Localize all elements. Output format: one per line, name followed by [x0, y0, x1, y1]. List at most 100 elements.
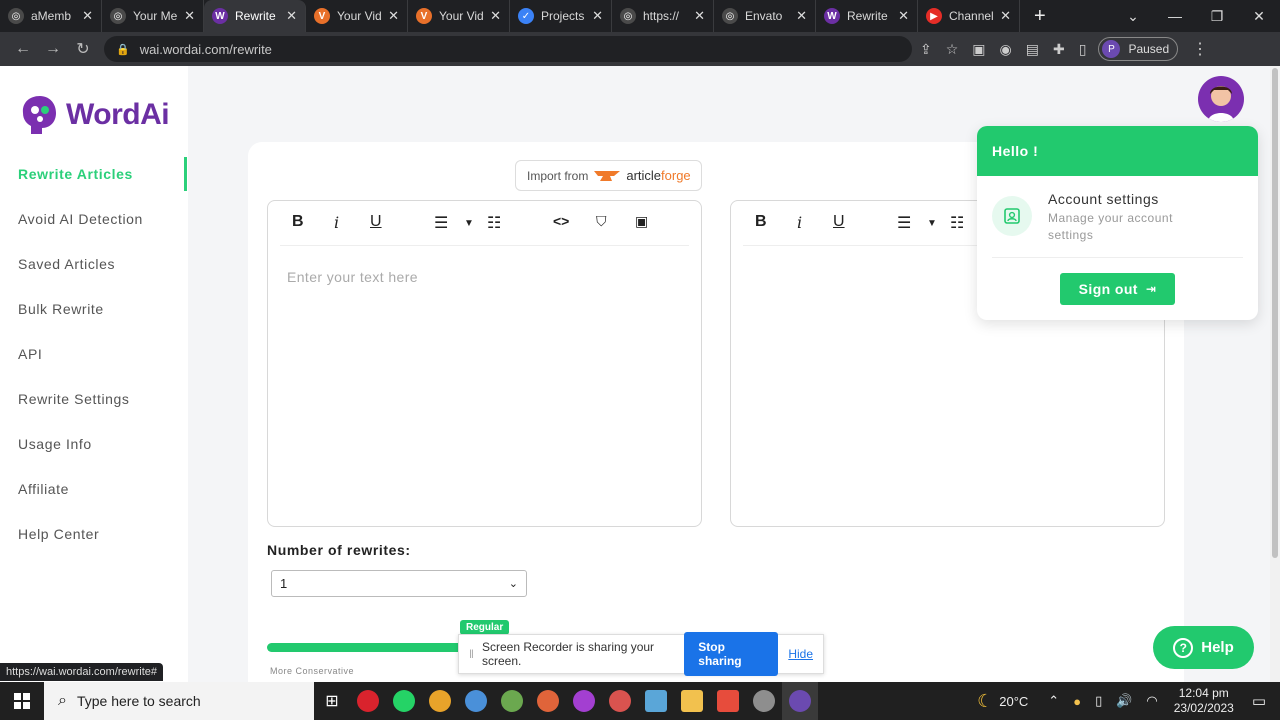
maximize-button[interactable]: ❐	[1196, 8, 1238, 25]
chrome-icon[interactable]	[422, 682, 458, 720]
messenger-icon[interactable]	[566, 682, 602, 720]
forward-icon[interactable]: →	[38, 40, 68, 58]
sidebar-item-affiliate[interactable]: Affiliate	[18, 481, 69, 497]
italic-icon[interactable]: i	[797, 213, 802, 232]
volume-icon[interactable]: 🔊	[1116, 693, 1132, 709]
chrome-icon[interactable]	[602, 682, 638, 720]
scrollbar-thumb[interactable]	[1272, 68, 1278, 558]
shield-icon[interactable]: ⛉	[596, 213, 607, 230]
import-articleforge-button[interactable]: Import from articleforge	[515, 160, 702, 191]
bullet-list-icon[interactable]: ☰	[897, 213, 911, 233]
browser-tab[interactable]: ◎ Envato ✕	[714, 0, 816, 32]
sidebar-item-help-center[interactable]: Help Center	[18, 526, 99, 542]
sidebar-item-usage-info[interactable]: Usage Info	[18, 436, 92, 452]
chrome-profile-icon[interactable]	[782, 682, 818, 720]
wordai-logo[interactable]: WordAi	[18, 94, 170, 136]
chevron-down-icon[interactable]: ▼	[464, 218, 474, 229]
chrome-icon[interactable]	[530, 682, 566, 720]
underline-icon[interactable]: U	[833, 213, 845, 231]
weather-temp[interactable]: 20°C	[999, 694, 1028, 709]
tab-close-icon[interactable]: ✕	[82, 8, 93, 24]
bold-icon[interactable]: B	[292, 213, 304, 231]
profile-button[interactable]: P Paused	[1098, 37, 1179, 61]
weather-moon-icon[interactable]: ☾	[977, 691, 993, 712]
numbered-list-icon[interactable]: ☷	[487, 213, 501, 233]
numbered-list-icon[interactable]: ☷	[950, 213, 964, 233]
hide-link[interactable]: Hide	[788, 647, 813, 661]
taskbar-search[interactable]: ⌕ Type here to search	[44, 682, 314, 720]
network-icon[interactable]: ◠	[1146, 693, 1157, 709]
anydesk-icon[interactable]	[710, 682, 746, 720]
tray-app-icon[interactable]: ●	[1073, 694, 1081, 709]
browser-tab[interactable]: W Rewrite ✕	[816, 0, 918, 32]
browser-tab[interactable]: ▶ Channel ✕	[918, 0, 1020, 32]
tab-close-icon[interactable]: ✕	[286, 8, 297, 24]
bullet-list-icon[interactable]: ☰	[434, 213, 448, 233]
tab-close-icon[interactable]: ✕	[388, 8, 399, 24]
tab-close-icon[interactable]: ✕	[898, 8, 909, 24]
file-explorer-icon[interactable]	[674, 682, 710, 720]
back-icon[interactable]: ←	[8, 40, 38, 58]
reload-icon[interactable]: ↻	[68, 39, 98, 59]
account-settings-icon[interactable]	[992, 196, 1032, 236]
whatsapp-icon[interactable]	[386, 682, 422, 720]
bold-icon[interactable]: B	[755, 213, 767, 231]
browser-tab[interactable]: ◎ aMemb ✕	[0, 0, 102, 32]
notifications-icon[interactable]: ▭	[1252, 692, 1266, 710]
help-button[interactable]: ? Help	[1153, 626, 1254, 669]
menu-kebab-icon[interactable]: ⋮	[1192, 39, 1208, 59]
task-view-icon[interactable]: ⊞	[314, 682, 350, 720]
drag-handle-icon[interactable]: ‖	[469, 647, 474, 661]
tab-close-icon[interactable]: ✕	[490, 8, 501, 24]
tab-search-icon[interactable]: ⌄	[1112, 8, 1154, 25]
bookmark-star-icon[interactable]: ☆	[946, 41, 959, 58]
user-avatar[interactable]	[1198, 76, 1244, 122]
sidebar-item-rewrite-articles[interactable]: Rewrite Articles	[18, 166, 133, 182]
chrome-icon[interactable]	[746, 682, 782, 720]
sidebar-item-rewrite-settings[interactable]: Rewrite Settings	[18, 391, 130, 407]
browser-tab[interactable]: V Your Vid ✕	[306, 0, 408, 32]
tab-close-icon[interactable]: ✕	[694, 8, 705, 24]
browser-tab[interactable]: W Rewrite ✕	[204, 0, 306, 32]
minimize-button[interactable]: —	[1154, 8, 1196, 24]
notes-icon[interactable]	[638, 682, 674, 720]
tab-close-icon[interactable]: ✕	[592, 8, 603, 24]
input-editor[interactable]: B i U ☰ ▼ ☷ <> ⛉ ▣ Enter your text here	[267, 200, 702, 527]
tab-close-icon[interactable]: ✕	[184, 8, 195, 24]
sidebar-item-avoid-ai-detection[interactable]: Avoid AI Detection	[18, 211, 143, 227]
tray-phone-icon[interactable]: ▯	[1095, 693, 1102, 709]
browser-tab[interactable]: ✓ Projects ✕	[510, 0, 612, 32]
extension-puzzle-icon[interactable]: ✚	[1053, 41, 1065, 58]
rewrite-mode-slider[interactable]	[267, 643, 467, 652]
sidebar-item-bulk-rewrite[interactable]: Bulk Rewrite	[18, 301, 104, 317]
chrome-icon[interactable]	[458, 682, 494, 720]
account-settings-link[interactable]: Account settings	[1048, 191, 1159, 207]
side-panel-icon[interactable]: ▯	[1079, 41, 1087, 58]
chrome-icon[interactable]	[494, 682, 530, 720]
italic-icon[interactable]: i	[334, 213, 339, 232]
stop-sharing-button[interactable]: Stop sharing	[684, 632, 779, 676]
extension-recorder-icon[interactable]: ▣	[972, 41, 985, 58]
new-tab-button[interactable]: +	[1034, 5, 1046, 28]
image-icon[interactable]: ▣	[635, 213, 648, 230]
tab-close-icon[interactable]: ✕	[796, 8, 807, 24]
chevron-down-icon[interactable]: ▼	[927, 218, 937, 229]
sidebar-item-saved-articles[interactable]: Saved Articles	[18, 256, 115, 272]
browser-tab[interactable]: V Your Vid ✕	[408, 0, 510, 32]
close-window-button[interactable]: ✕	[1238, 8, 1280, 25]
extension-image-icon[interactable]: ▤	[1026, 41, 1039, 58]
share-icon[interactable]: ⇪	[920, 41, 932, 58]
address-bar[interactable]: 🔒 wai.wordai.com/rewrite	[104, 36, 912, 62]
tab-close-icon[interactable]: ✕	[1000, 8, 1011, 24]
extension-dot-icon[interactable]: ◉	[1000, 41, 1012, 58]
sidebar-item-api[interactable]: API	[18, 346, 42, 362]
browser-tab[interactable]: ◎ Your Me ✕	[102, 0, 204, 32]
opera-icon[interactable]	[350, 682, 386, 720]
tray-chevron-icon[interactable]: ⌃	[1048, 693, 1059, 709]
underline-icon[interactable]: U	[370, 213, 382, 231]
clock[interactable]: 12:04 pm 23/02/2023	[1174, 686, 1234, 716]
browser-tab[interactable]: ◎ https:// ✕	[612, 0, 714, 32]
page-scrollbar[interactable]	[1270, 66, 1280, 682]
code-icon[interactable]: <>	[553, 213, 569, 229]
rewrites-select[interactable]: 1 ⌄	[271, 570, 527, 597]
